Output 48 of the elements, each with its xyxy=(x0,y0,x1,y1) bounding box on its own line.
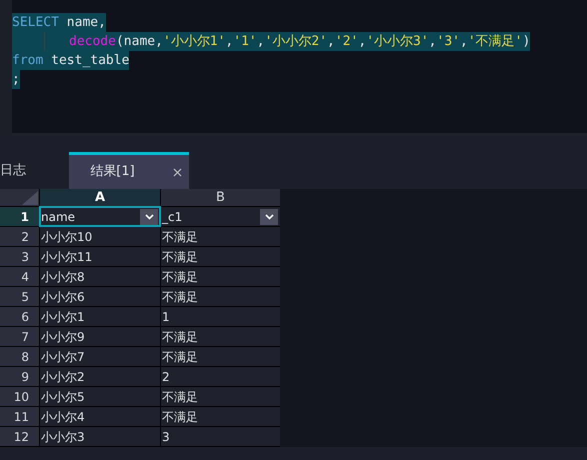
table-cell: 不满足 xyxy=(161,407,280,426)
table-cell: 小小尔5 xyxy=(40,387,160,406)
row-number: 8 xyxy=(0,347,39,366)
column-filter[interactable]: name xyxy=(40,207,160,226)
chevron-down-icon xyxy=(144,214,154,220)
table-cell: 小小尔11 xyxy=(40,247,160,266)
result-tab[interactable]: 结果[1] xyxy=(69,152,189,189)
table-cell: 小小尔3 xyxy=(40,427,160,446)
table-cell: 不满足 xyxy=(161,387,280,406)
table-cell: 小小尔9 xyxy=(40,327,160,346)
result-tab[interactable]: 日志 xyxy=(0,152,69,189)
table-cell: 不满足 xyxy=(161,247,280,266)
column-header[interactable]: B xyxy=(161,189,280,206)
column-filter[interactable]: _c1 xyxy=(161,207,280,226)
row-number: 10 xyxy=(0,387,39,406)
column-name: name xyxy=(41,208,76,226)
row-number: 1 xyxy=(0,207,39,226)
table-cell: 不满足 xyxy=(161,327,280,346)
close-icon[interactable] xyxy=(172,168,182,176)
row-number: 3 xyxy=(0,247,39,266)
row-number: 2 xyxy=(0,227,39,246)
table-cell: 1 xyxy=(161,307,280,326)
dropdown-button[interactable] xyxy=(140,208,158,224)
row-number: 6 xyxy=(0,307,39,326)
table-cell: 不满足 xyxy=(161,347,280,366)
column-name: _c1 xyxy=(162,208,182,226)
table-cell: 小小尔6 xyxy=(40,287,160,306)
chevron-down-icon xyxy=(264,214,274,220)
table-cell: 不满足 xyxy=(161,227,280,246)
table-cell: 小小尔1 xyxy=(40,307,160,326)
column-header[interactable]: A xyxy=(40,189,160,206)
row-number: 5 xyxy=(0,287,39,306)
table-cell: 3 xyxy=(161,427,280,446)
table-cell: 小小尔4 xyxy=(40,407,160,426)
triangle-icon xyxy=(22,191,38,205)
table-cell: 2 xyxy=(161,367,280,386)
table-cell: 小小尔2 xyxy=(40,367,160,386)
row-number: 7 xyxy=(0,327,39,346)
row-number: 9 xyxy=(0,367,39,386)
table-cell: 不满足 xyxy=(161,267,280,286)
row-number: 12 xyxy=(0,427,39,446)
row-number: 11 xyxy=(0,407,39,426)
table-cell: 小小尔7 xyxy=(40,347,160,366)
table-cell: 不满足 xyxy=(161,287,280,306)
row-number: 4 xyxy=(0,267,39,286)
table-cell: 小小尔8 xyxy=(40,267,160,286)
dropdown-button[interactable] xyxy=(260,208,278,224)
table-cell: 小小尔10 xyxy=(40,227,160,246)
